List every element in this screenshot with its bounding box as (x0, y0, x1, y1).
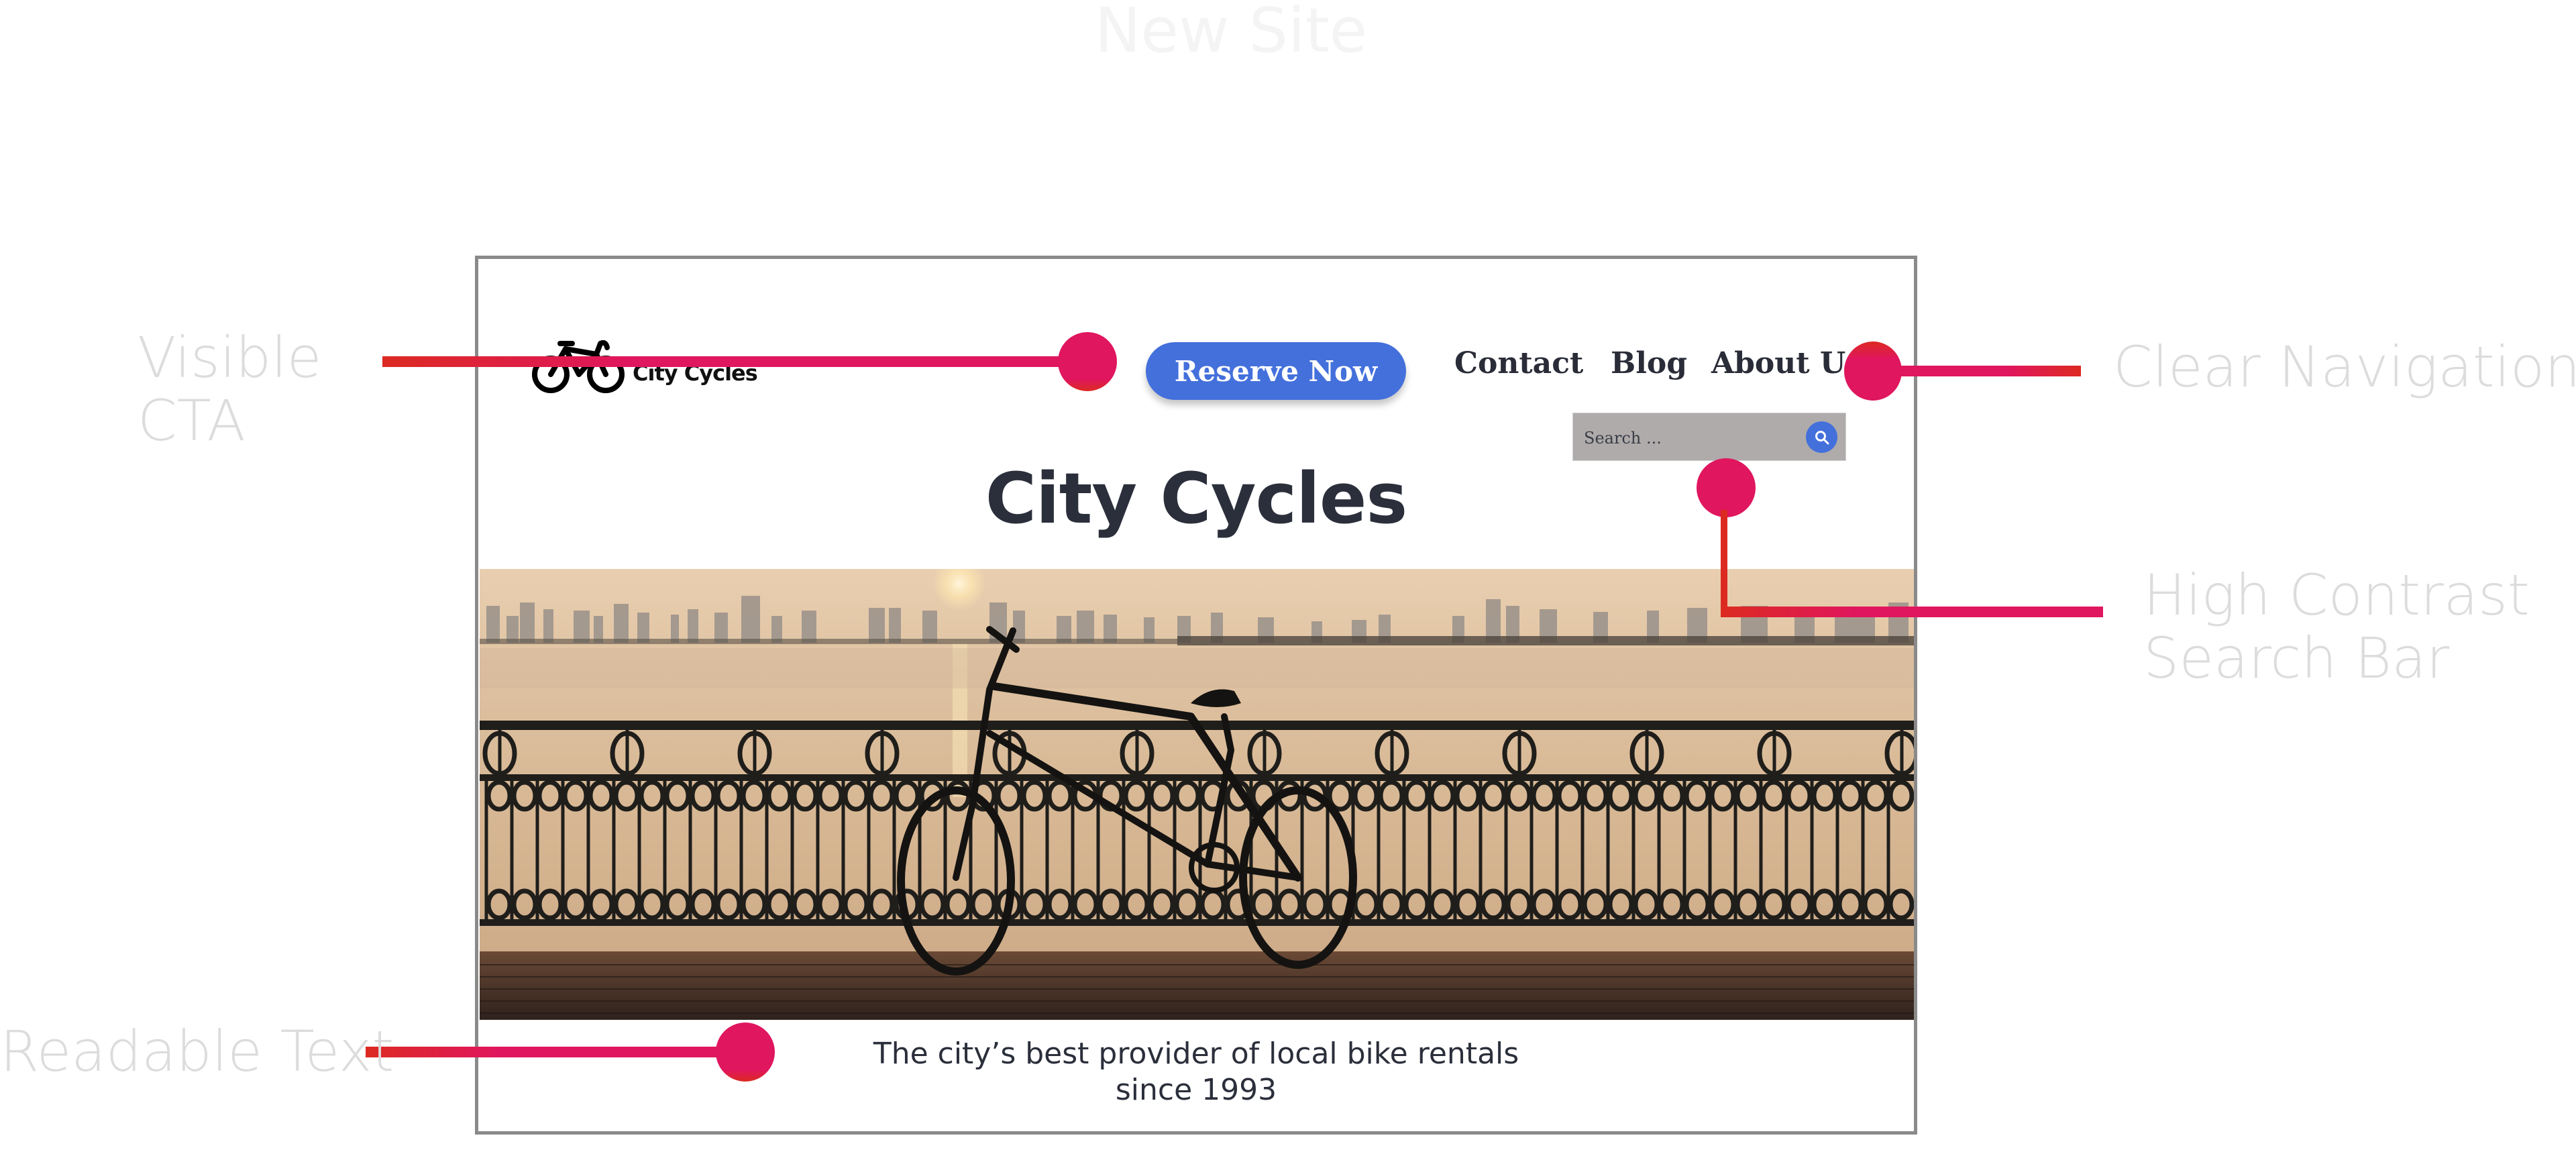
tagline-line-2: since 1993 (1115, 1073, 1277, 1107)
annotation-line: Clear Navigation (2113, 334, 2576, 400)
nav-link-contact[interactable]: Contact (1454, 346, 1583, 380)
reserve-now-button[interactable]: Reserve Now (1146, 342, 1406, 400)
logo-text: City Cycles (633, 360, 758, 386)
hero-image (480, 569, 1914, 1020)
annotation-visible-cta: Visible CTA (138, 326, 321, 452)
bicycle-icon (532, 339, 625, 393)
search-bar (1572, 413, 1846, 461)
nav-link-about-us[interactable]: About Us (1711, 346, 1862, 380)
search-input[interactable] (1582, 423, 1786, 454)
annotation-line: Readable Text (0, 1018, 394, 1084)
annotation-readable-text: Readable Text (0, 1020, 394, 1083)
site-logo[interactable]: City Cycles (531, 335, 758, 396)
website-mockup: City Cycles Reserve Now Contact Blog Abo… (475, 256, 1917, 1135)
search-icon (1815, 430, 1829, 444)
annotation-line: Visible (138, 325, 322, 390)
annotation-line: Search Bar (2143, 625, 2450, 691)
page-title: New Site (1094, 0, 1368, 66)
annotation-line: CTA (138, 388, 246, 454)
hero-heading: City Cycles (985, 458, 1408, 539)
annotation-clear-navigation: Clear Navigation (2113, 335, 2576, 399)
tagline: The city’s best provider of local bike r… (478, 1036, 1914, 1108)
annotation-high-contrast-search: High Contrast Search Bar (2143, 564, 2530, 690)
tagline-line-1: The city’s best provider of local bike r… (873, 1037, 1519, 1071)
annotation-line: High Contrast (2143, 562, 2530, 628)
nav-link-blog[interactable]: Blog (1611, 346, 1687, 380)
search-button[interactable] (1806, 421, 1837, 453)
